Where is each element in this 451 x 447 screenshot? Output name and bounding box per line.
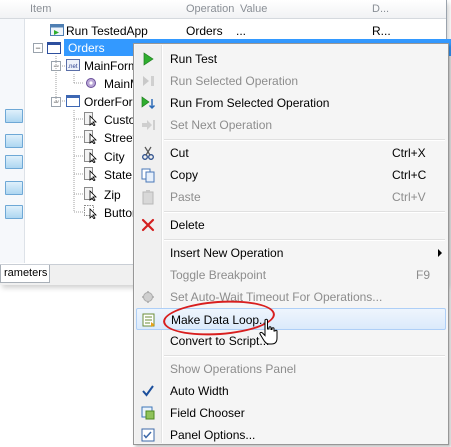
set-next-icon: [142, 120, 155, 130]
menu-item-label: Run Selected Operation: [170, 74, 299, 88]
menu-item-label: Make Data Loop...: [171, 313, 270, 327]
tab-parameters[interactable]: rameters: [0, 265, 50, 283]
menu-item-field-chooser[interactable]: Field Chooser: [136, 402, 446, 424]
menu-item-label: Field Chooser: [170, 406, 245, 420]
play-selected-icon: [143, 76, 154, 86]
menu-separator: [164, 355, 445, 357]
field-chooser-icon: [141, 406, 155, 420]
menu-item-label: Cut: [170, 146, 189, 160]
panel-options-icon: [141, 428, 155, 442]
menu-item-label: Run From Selected Operation: [170, 96, 330, 110]
menu-item-label: Paste: [170, 190, 201, 204]
mouse-cursor-icon: [259, 318, 278, 345]
menu-item-shortcut: Ctrl+C: [392, 168, 427, 182]
delete-x-icon: [141, 218, 155, 232]
menu-item-label: Convert to Script...: [170, 334, 270, 348]
tree-connector-lines: [55, 56, 84, 213]
menu-item-shortcut: F9: [416, 268, 431, 282]
menu-item-delete[interactable]: Delete: [136, 214, 446, 236]
copy-icon: [141, 168, 155, 183]
timeout-gear-icon: [142, 291, 154, 303]
menu-separator: [164, 139, 445, 141]
column-description[interactable]: D...: [372, 3, 389, 15]
menu-item-label: Show Operations Panel: [170, 362, 297, 376]
column-value[interactable]: Value: [240, 3, 267, 15]
menu-item-label: Insert New Operation: [170, 246, 284, 260]
play-icon: [143, 52, 154, 66]
menu-item-label: Run Test: [170, 52, 218, 66]
column-operation[interactable]: Operation: [186, 3, 234, 15]
menu-item-label: Set Auto-Wait Timeout For Operations...: [170, 290, 383, 304]
submenu-arrow-icon: [438, 249, 442, 257]
data-loop-icon: [142, 313, 155, 327]
menu-item-label: Toggle Breakpoint: [170, 268, 267, 282]
menu-item-run-selected-operation[interactable]: Run Selected Operation: [136, 70, 446, 92]
menu-item-cut[interactable]: Cut Ctrl+X: [136, 142, 446, 164]
menu-item-label: Panel Options...: [170, 428, 256, 442]
menu-item-paste[interactable]: Paste Ctrl+V: [136, 186, 446, 208]
menu-item-insert-new-operation[interactable]: Insert New Operation: [136, 242, 446, 264]
menu-item-convert-to-script[interactable]: Convert to Script...: [136, 330, 446, 352]
menu-item-auto-width[interactable]: Auto Width: [136, 380, 446, 402]
menu-item-shortcut: Ctrl+V: [392, 190, 426, 204]
menu-item-toggle-breakpoint[interactable]: Toggle Breakpoint F9: [136, 264, 446, 286]
menu-item-show-operations-panel[interactable]: Show Operations Panel: [136, 358, 446, 380]
menu-item-run-test[interactable]: Run Test: [136, 48, 446, 70]
menu-item-set-next-operation[interactable]: Set Next Operation: [136, 114, 446, 136]
menu-separator: [164, 239, 445, 241]
menu-item-label: Set Next Operation: [170, 118, 273, 132]
context-menu: Run Test Run Selected Operation Run From…: [133, 43, 449, 445]
play-from-selected-icon: [141, 96, 156, 110]
menu-item-set-auto-wait-timeout[interactable]: Set Auto-Wait Timeout For Operations...: [136, 286, 446, 308]
tree-row-description: R...: [372, 24, 391, 38]
menu-item-label: Copy: [170, 168, 199, 182]
menu-item-shortcut: Ctrl+X: [392, 146, 426, 160]
scissors-icon: [142, 146, 154, 160]
menu-item-copy[interactable]: Copy Ctrl+C: [136, 164, 446, 186]
menu-item-make-data-loop[interactable]: Make Data Loop...: [136, 308, 446, 330]
menu-item-label: Delete: [170, 218, 205, 232]
tree-row-value: ...: [236, 24, 247, 38]
checkmark-icon: [142, 385, 154, 397]
menu-separator: [164, 211, 445, 213]
menu-item-label: Auto Width: [170, 384, 229, 398]
paste-icon: [142, 190, 154, 205]
tree-row-operation: Orders: [186, 24, 223, 38]
menu-item-run-from-selected-operation[interactable]: Run From Selected Operation: [136, 92, 446, 114]
menu-item-panel-options[interactable]: Panel Options...: [136, 424, 446, 446]
